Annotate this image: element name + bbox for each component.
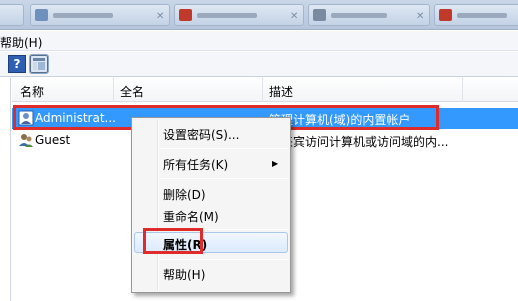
app-icon <box>313 9 326 21</box>
menu-item-set-password[interactable]: 设置密码(S)... <box>163 126 239 143</box>
column-separator[interactable] <box>113 78 114 102</box>
toolbar: ? <box>0 52 518 77</box>
column-separator[interactable] <box>262 78 263 102</box>
column-separator[interactable] <box>462 78 463 102</box>
menu-separator <box>160 148 288 149</box>
context-menu: 设置密码(S)... 所有任务(K) ▶ 删除(D) 重命名(M) 属性(R) … <box>131 117 291 293</box>
pane-bar <box>33 58 45 61</box>
user-icon <box>19 134 33 147</box>
taskbar-button[interactable] <box>434 4 518 26</box>
column-header-description[interactable]: 描述 <box>269 83 293 100</box>
taskbar-button[interactable]: ✕ <box>174 4 304 26</box>
menu-separator <box>160 178 288 179</box>
app-icon <box>439 9 452 21</box>
close-icon[interactable]: ✕ <box>156 12 165 22</box>
menu-item-rename[interactable]: 重命名(M) <box>163 208 219 225</box>
menu-help[interactable]: 帮助(H) <box>0 34 42 51</box>
pane-right <box>38 62 45 70</box>
menubar: 帮助(H) <box>0 31 518 51</box>
blurred-title <box>331 13 387 18</box>
close-icon[interactable]: ✕ <box>290 12 299 22</box>
taskbar-button[interactable]: ✕ <box>30 4 170 26</box>
menu-separator <box>160 229 288 230</box>
close-icon[interactable]: ✕ <box>416 12 425 22</box>
menu-item-properties[interactable]: 属性(R) <box>163 236 207 253</box>
taskbar-strip: ✕ ✕ ✕ <box>0 0 518 30</box>
column-header-name[interactable]: 名称 <box>20 83 44 100</box>
column-header-fullname[interactable]: 全名 <box>120 83 144 100</box>
user-name: Administrat... <box>35 111 116 125</box>
blurred-title <box>53 13 113 18</box>
menu-item-delete[interactable]: 删除(D) <box>163 186 206 203</box>
user-description: 供来宾访问计算机或访问域的内... <box>269 135 449 149</box>
taskbar-button[interactable] <box>0 4 24 26</box>
blurred-title <box>457 13 507 18</box>
console-tree-pane[interactable] <box>0 78 11 301</box>
menu-item-help[interactable]: 帮助(H) <box>163 266 205 283</box>
menu-item-highlight <box>134 232 288 253</box>
user-icon <box>18 110 34 126</box>
taskbar-button[interactable]: ✕ <box>308 4 430 26</box>
blurred-title <box>197 13 257 18</box>
menu-item-all-tasks[interactable]: 所有任务(K) <box>163 156 228 173</box>
submenu-arrow-icon: ▶ <box>272 159 279 168</box>
show-hide-action-pane-icon[interactable] <box>29 54 49 74</box>
app-icon <box>35 9 48 21</box>
user-name: Guest <box>35 133 71 147</box>
help-icon[interactable]: ? <box>8 55 26 73</box>
menu-separator <box>160 259 288 260</box>
pane-left <box>33 62 37 70</box>
app-icon <box>179 9 192 21</box>
column-header-row: 名称 全名 描述 <box>12 78 518 102</box>
